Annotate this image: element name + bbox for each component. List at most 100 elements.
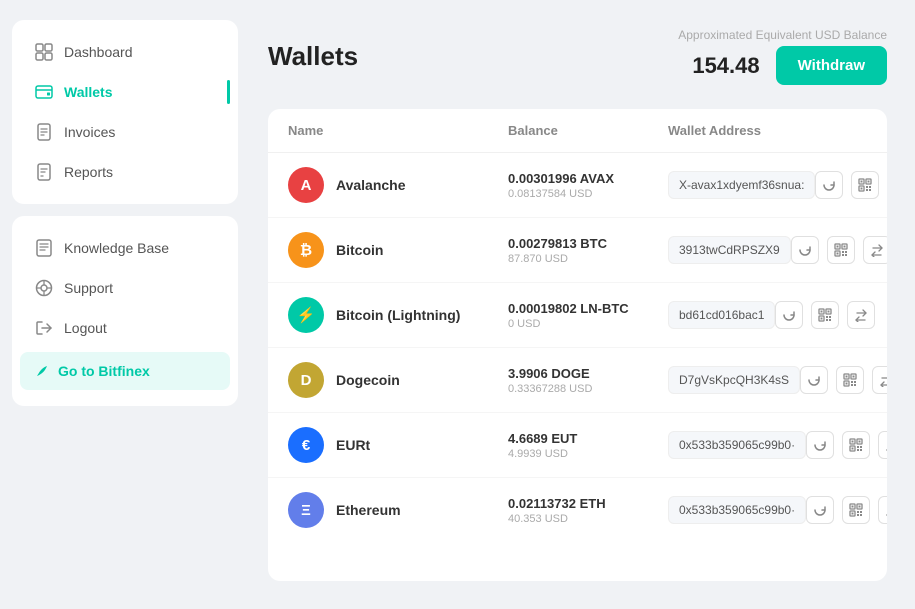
- coin-name: Ethereum: [336, 502, 401, 518]
- balance-row: 154.48 Withdraw: [692, 46, 887, 85]
- table-body: A Avalanche 0.00301996 AVAX 0.08137584 U…: [268, 153, 887, 542]
- qr-icon[interactable]: [851, 171, 879, 199]
- refresh-icon[interactable]: [815, 171, 843, 199]
- coin-cell: ⚡ Bitcoin (Lightning): [288, 297, 508, 333]
- sidebar-item-logout[interactable]: Logout: [20, 308, 230, 348]
- sidebar-item-label: Logout: [64, 320, 107, 336]
- transfer-icon[interactable]: [847, 301, 875, 329]
- table-row: Ξ Ethereum 0.02113732 ETH 40.353 USD 0x5…: [268, 478, 887, 542]
- refresh-icon[interactable]: [800, 366, 828, 394]
- balance-usd: 87.870 USD: [508, 253, 668, 265]
- wallets-table: Name Balance Wallet Address A Avalanche …: [268, 109, 887, 581]
- action-icons: [791, 236, 887, 264]
- table-row: € EURt 4.6689 EUT 4.9939 USD 0x533b35906…: [268, 413, 887, 478]
- sidebar-item-label: Wallets: [64, 84, 113, 100]
- sidebar-item-label: Knowledge Base: [64, 240, 169, 256]
- address-cell: bd61cd016bac1: [668, 301, 775, 329]
- coin-icon: D: [288, 362, 324, 398]
- withdraw-button[interactable]: Withdraw: [776, 46, 887, 85]
- col-name: Name: [288, 123, 508, 138]
- sidebar-item-knowledge-base[interactable]: Knowledge Base: [20, 228, 230, 268]
- sidebar: Dashboard Wallets Invoices: [0, 0, 250, 609]
- coin-cell: € EURt: [288, 427, 508, 463]
- balance-usd: 0.08137584 USD: [508, 188, 668, 200]
- refresh-icon[interactable]: [806, 496, 834, 524]
- coin-cell: D Dogecoin: [288, 362, 508, 398]
- coin-name: Bitcoin (Lightning): [336, 307, 460, 323]
- balance-main: 0.02113732 ETH: [508, 496, 668, 511]
- address-cell: X-avax1xdyemf36snua:: [668, 171, 815, 199]
- coin-name: Avalanche: [336, 177, 406, 193]
- sidebar-item-label: Dashboard: [64, 44, 133, 60]
- address-box: bd61cd016bac1: [668, 301, 775, 329]
- logout-icon: [34, 318, 54, 338]
- address-cell: D7gVsKpcQH3K4sS: [668, 366, 800, 394]
- address-cell: 0x533b359065c99b0·: [668, 496, 806, 524]
- transfer-icon[interactable]: [863, 236, 887, 264]
- table-row: D Dogecoin 3.9906 DOGE 0.33367288 USD D7…: [268, 348, 887, 413]
- col-balance: Balance: [508, 123, 668, 138]
- approx-label: Approximated Equivalent USD Balance: [678, 28, 887, 42]
- sidebar-item-reports[interactable]: Reports: [20, 152, 230, 192]
- action-icons: [806, 431, 887, 459]
- leaf-icon: [34, 363, 50, 379]
- sidebar-main-card: Dashboard Wallets Invoices: [12, 20, 238, 204]
- go-to-bitfinex-button[interactable]: Go to Bitfinex: [20, 352, 230, 390]
- balance-cell: 0.00019802 LN-BTC 0 USD: [508, 301, 668, 330]
- address-box: 0x533b359065c99b0·: [668, 431, 806, 459]
- sidebar-item-label: Reports: [64, 164, 113, 180]
- qr-icon[interactable]: [842, 496, 870, 524]
- balance-main: 4.6689 EUT: [508, 431, 668, 446]
- coin-name: Dogecoin: [336, 372, 400, 388]
- balance-main: 0.00301996 AVAX: [508, 171, 668, 186]
- col-address: Wallet Address: [668, 123, 767, 138]
- main-content: Wallets Approximated Equivalent USD Bala…: [250, 0, 915, 609]
- sidebar-secondary-card: Knowledge Base Support Logout: [12, 216, 238, 406]
- balance-cell: 0.00301996 AVAX 0.08137584 USD: [508, 171, 668, 200]
- coin-icon: A: [288, 167, 324, 203]
- balance-main: 0.00019802 LN-BTC: [508, 301, 668, 316]
- table-header: Name Balance Wallet Address: [268, 109, 887, 153]
- coin-icon: ⚡: [288, 297, 324, 333]
- transfer-icon[interactable]: [872, 366, 887, 394]
- coin-cell: A Avalanche: [288, 167, 508, 203]
- refresh-icon[interactable]: [775, 301, 803, 329]
- page-title: Wallets: [268, 41, 358, 72]
- sidebar-item-label: Support: [64, 280, 113, 296]
- header-right: Approximated Equivalent USD Balance 154.…: [678, 28, 887, 85]
- refresh-icon[interactable]: [791, 236, 819, 264]
- address-cell: 3913twCdRPSZX9: [668, 236, 791, 264]
- action-icons: [815, 171, 887, 199]
- transfer-icon[interactable]: [878, 431, 887, 459]
- wallet-icon: [34, 82, 54, 102]
- sidebar-item-dashboard[interactable]: Dashboard: [20, 32, 230, 72]
- sidebar-item-support[interactable]: Support: [20, 268, 230, 308]
- refresh-icon[interactable]: [806, 431, 834, 459]
- address-box: X-avax1xdyemf36snua:: [668, 171, 815, 199]
- coin-icon: Ξ: [288, 492, 324, 528]
- coin-name: EURt: [336, 437, 370, 453]
- table-row: A Avalanche 0.00301996 AVAX 0.08137584 U…: [268, 153, 887, 218]
- transfer-icon[interactable]: [878, 496, 887, 524]
- qr-icon[interactable]: [842, 431, 870, 459]
- action-icons: [806, 496, 887, 524]
- address-box: 0x533b359065c99b0·: [668, 496, 806, 524]
- sidebar-item-invoices[interactable]: Invoices: [20, 112, 230, 152]
- balance-cell: 0.00279813 BTC 87.870 USD: [508, 236, 668, 265]
- balance-cell: 0.02113732 ETH 40.353 USD: [508, 496, 668, 525]
- coin-name: Bitcoin: [336, 242, 383, 258]
- col-actions: [767, 123, 867, 138]
- qr-icon[interactable]: [836, 366, 864, 394]
- dashboard-icon: [34, 42, 54, 62]
- sidebar-item-label: Invoices: [64, 124, 115, 140]
- qr-icon[interactable]: [811, 301, 839, 329]
- qr-icon[interactable]: [827, 236, 855, 264]
- support-icon: [34, 278, 54, 298]
- invoices-icon: [34, 122, 54, 142]
- coin-icon: €: [288, 427, 324, 463]
- coin-icon: ₿: [288, 232, 324, 268]
- table-row: ⚡ Bitcoin (Lightning) 0.00019802 LN-BTC …: [268, 283, 887, 348]
- balance-usd: 40.353 USD: [508, 513, 668, 525]
- coin-cell: Ξ Ethereum: [288, 492, 508, 528]
- sidebar-item-wallets[interactable]: Wallets: [20, 72, 230, 112]
